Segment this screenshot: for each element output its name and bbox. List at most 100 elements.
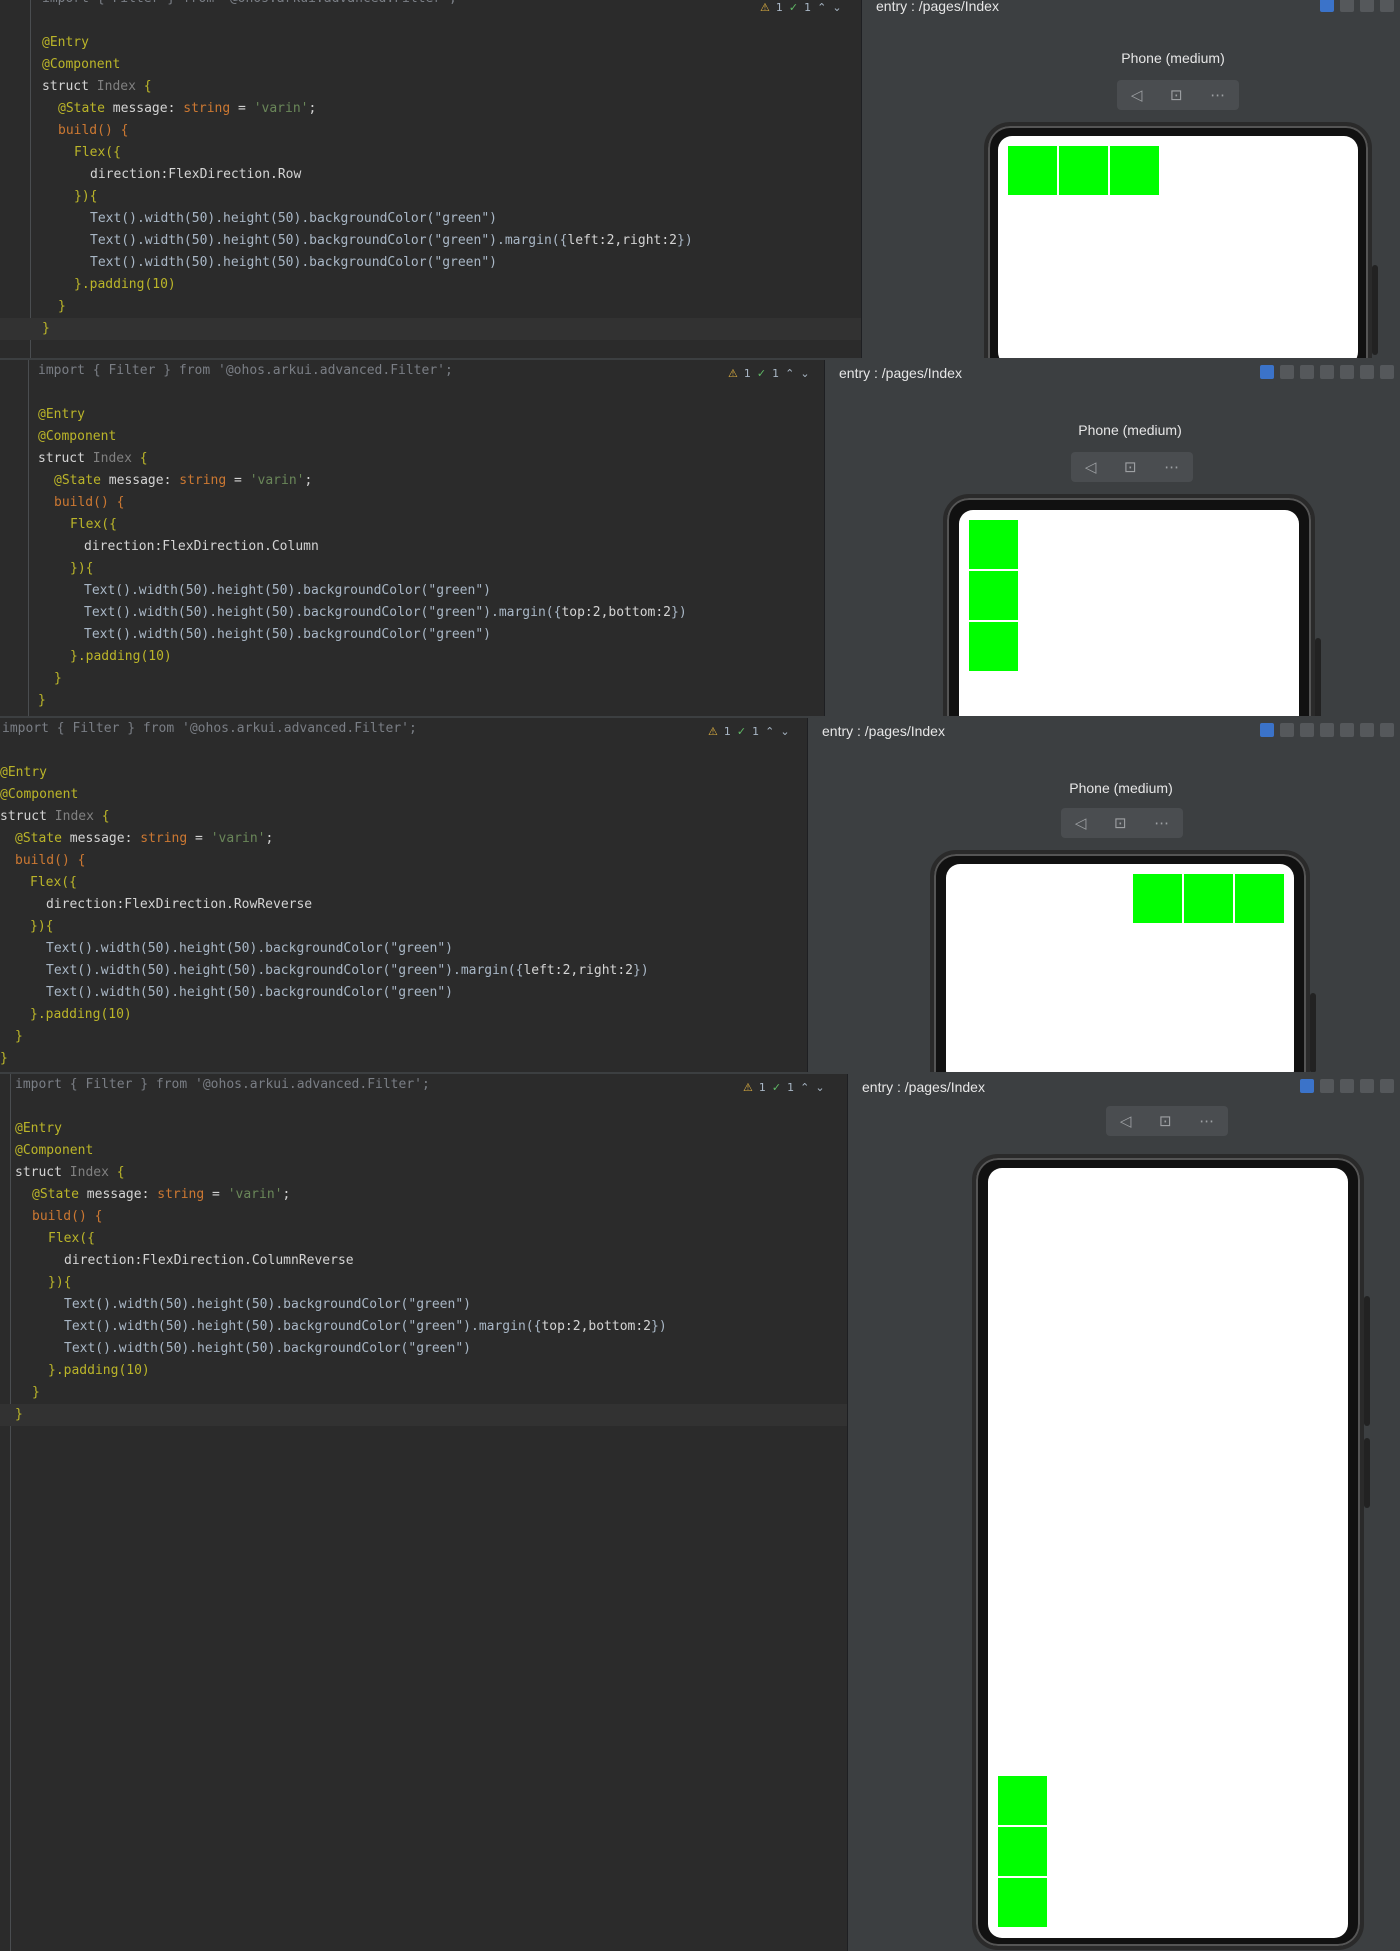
inspector-icon[interactable] [1320,0,1334,12]
margin-args: top:2,bottom:2 [541,1319,652,1334]
device-controls[interactable]: ◁ ⊡ ⋯ [1071,452,1193,482]
state-decorator: @State [58,101,105,116]
preview-toolbar[interactable] [1320,0,1394,12]
collapse-icon[interactable]: ⌃ [785,367,794,380]
flex-item-3 [969,622,1018,671]
device-controls[interactable]: ◁ ⊡ ⋯ [1117,80,1239,110]
struct-keyword: struct [38,451,85,466]
layers-icon[interactable] [1280,723,1294,737]
expand-icon[interactable]: ⌄ [832,1,841,14]
expand-icon[interactable]: ⌄ [815,1081,824,1094]
inspection-widget[interactable]: ⚠ 1 ✓ 1 ⌃ ⌄ [708,718,790,744]
flex-item-1 [1235,874,1284,923]
flex-open: Flex({ [48,1231,95,1246]
expand-icon[interactable]: ⌄ [800,367,809,380]
state-eq: = [195,831,203,846]
back-icon[interactable]: ◁ [1085,458,1097,476]
dropdown-icon[interactable] [1380,0,1394,12]
fit-icon[interactable] [1340,365,1354,379]
grid-icon[interactable] [1360,0,1374,12]
layers-icon[interactable] [1320,1079,1334,1093]
grid-icon[interactable] [1340,1079,1354,1093]
dropdown-icon[interactable] [1360,1079,1374,1093]
text-line-1: Text().width(50).height(50).backgroundCo… [84,583,491,598]
flex-item-1 [998,1878,1047,1927]
back-icon[interactable]: ◁ [1075,814,1087,832]
inspector-icon[interactable] [1300,1079,1314,1093]
preview-toolbar[interactable] [1260,365,1394,379]
rotate-icon[interactable]: ⊡ [1159,1112,1172,1130]
warning-count: 1 [723,724,731,738]
rotate-icon[interactable]: ⊡ [1170,86,1183,104]
grid-icon[interactable] [1300,723,1314,737]
collapse-icon[interactable]: ⌃ [817,1,826,14]
dropdown-icon[interactable] [1320,723,1334,737]
inspection-widget[interactable]: ⚠ 1 ✓ 1 ⌃ ⌄ [728,360,810,386]
check-count: 1 [772,366,780,380]
zoom-in-icon[interactable] [1380,723,1394,737]
preview-toolbar[interactable] [1260,723,1394,737]
state-value: 'varin' [227,1187,283,1202]
code-editor[interactable]: import { Filter } from '@ohos.arkui.adva… [0,718,808,1072]
dropdown-icon[interactable] [1320,365,1334,379]
margin-prefix: Text().width(50).height(50).backgroundCo… [90,233,568,248]
close-build: } [54,671,62,686]
direction-key: direction: [46,897,125,912]
code-editor[interactable]: import { Filter } from '@ohos.arkui.adva… [0,1074,848,1951]
grid-icon[interactable] [1300,365,1314,379]
zoom-out-icon[interactable] [1360,723,1374,737]
padding-line: }.padding(10) [48,1363,150,1378]
more-icon[interactable]: ⋯ [1210,86,1225,104]
padding-line: }.padding(10) [70,649,172,664]
state-line: @State message: string = 'varin'; [58,101,317,116]
device-controls[interactable]: ◁ ⊡ ⋯ [1106,1106,1228,1136]
rotate-icon[interactable]: ⊡ [1124,458,1137,476]
phone-screen [988,1168,1348,1938]
preview-title: entry : /pages/Index [862,1079,985,1095]
preview-title: entry : /pages/Index [822,723,945,739]
previewer: entry : /pages/Index Phone (medium) ◁ ⊡ ⋯ [862,0,1400,358]
back-icon[interactable]: ◁ [1120,1112,1132,1130]
state-eq: = [238,101,246,116]
flex-item-2 [1059,146,1108,195]
component-decorator: @Component [0,787,79,802]
state-type: string [179,473,227,488]
rotate-icon[interactable]: ⊡ [1114,814,1127,832]
margin-suffix: }) [651,1319,667,1334]
state-type: string [157,1187,205,1202]
preview-toolbar[interactable] [1300,1079,1394,1093]
device-controls[interactable]: ◁ ⊡ ⋯ [1061,808,1183,838]
inspector-icon[interactable] [1260,723,1274,737]
check-count: 1 [787,1080,795,1094]
inspection-widget[interactable]: ⚠ 1 ✓ 1 ⌃ ⌄ [743,1074,825,1100]
build-line: build() { [32,1209,103,1224]
code-editor[interactable]: import { Filter } from '@ohos.arkui.adva… [0,0,862,358]
layers-icon[interactable] [1340,0,1354,12]
fit-icon[interactable] [1380,1079,1394,1093]
component-decorator: @Component [42,57,121,72]
collapse-icon[interactable]: ⌃ [765,725,774,738]
phone-screen [946,864,1294,1072]
fit-icon[interactable] [1340,723,1354,737]
collapse-icon[interactable]: ⌃ [800,1081,809,1094]
layers-icon[interactable] [1280,365,1294,379]
struct-line: struct Index { [38,451,148,466]
state-type: string [140,831,188,846]
more-icon[interactable]: ⋯ [1164,458,1179,476]
flex-close: }){ [74,189,98,204]
component-decorator: @Component [38,429,117,444]
zoom-in-icon[interactable] [1380,365,1394,379]
text-line-3: Text().width(50).height(50).backgroundCo… [90,255,497,270]
more-icon[interactable]: ⋯ [1154,814,1169,832]
import-line: import { Filter } from '@ohos.arkui.adva… [2,721,417,736]
inspection-widget[interactable]: ⚠ 1 ✓ 1 ⌃ ⌄ [760,0,842,20]
expand-icon[interactable]: ⌄ [780,725,789,738]
back-icon[interactable]: ◁ [1131,86,1143,104]
direction-value: FlexDirection.Column [162,539,319,554]
code-editor[interactable]: import { Filter } from '@ohos.arkui.adva… [0,360,825,716]
state-value: 'varin' [253,101,309,116]
inspector-icon[interactable] [1260,365,1274,379]
zoom-out-icon[interactable] [1360,365,1374,379]
more-icon[interactable]: ⋯ [1199,1112,1214,1130]
build-line: build() { [58,123,129,138]
